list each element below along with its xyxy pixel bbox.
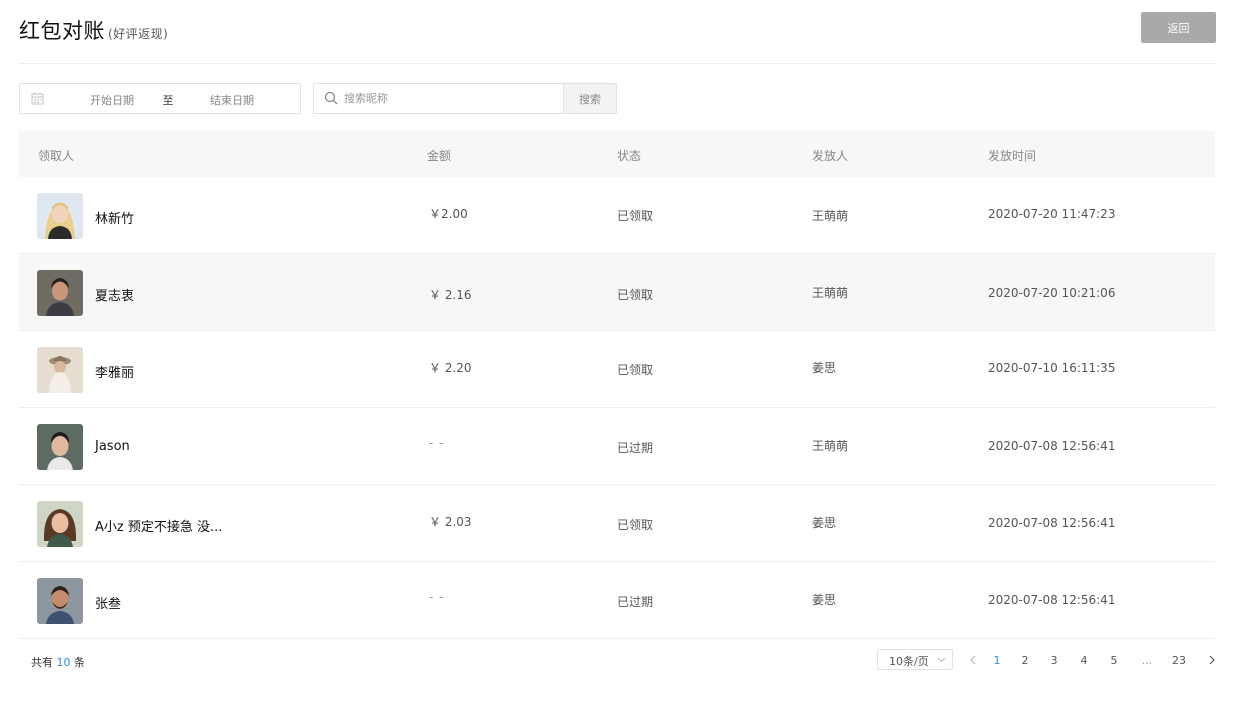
page-header: 红包对账 (好评返现) 返回 [19,12,1216,64]
date-range-separator: 至 [162,94,174,107]
amount-cell: ￥ 2.03 [429,515,472,529]
date-range-picker[interactable]: 开始日期 至 结束日期 [19,83,301,114]
table-row: 李雅丽 ￥ 2.20 已领取 姜思 2020-07-10 16:11:35 [19,331,1215,408]
total-prefix: 共有 [31,656,53,669]
recipient-name: 李雅丽 [95,366,135,381]
recipient-name: 张叁 [95,597,122,612]
record-table: 领取人 金额 状态 发放人 发放时间 林新竹 ￥2.00 已领取 王萌萌 202… [19,131,1215,639]
page-title-text: 红包对账 [19,19,105,43]
amount-cell: ￥2.00 [429,207,468,221]
total-count-label: 共有 10 条 [31,654,85,670]
end-date-input[interactable]: 结束日期 [200,92,264,108]
recipient-name: 夏志衷 [95,289,135,304]
avatar [37,424,83,470]
time-cell: 2020-07-08 12:56:41 [988,439,1116,453]
search-box: 搜索 [313,83,617,114]
page-ellipsis[interactable]: ... [1139,654,1155,667]
prev-page-icon[interactable] [967,653,979,667]
back-button[interactable]: 返回 [1141,12,1216,43]
avatar [37,347,83,393]
page-item-2[interactable]: 2 [1017,654,1033,667]
page-item-4[interactable]: 4 [1076,654,1092,667]
search-button[interactable]: 搜索 [563,84,616,113]
column-header-amount: 金额 [427,149,452,163]
table-row: 张叁 - - 已过期 姜思 2020-07-08 12:56:41 [19,562,1215,639]
total-count: 10 [56,656,71,669]
issuer-cell: 王萌萌 [812,286,849,300]
column-header-time: 发放时间 [988,149,1037,163]
column-header-issuer: 发放人 [812,149,849,163]
amount-cell: ￥ 2.20 [429,361,472,375]
next-page-icon[interactable] [1206,653,1218,667]
status-cell: 已领取 [617,363,654,377]
column-header-status: 状态 [617,149,642,163]
calendar-icon [31,92,44,105]
status-cell: 已领取 [617,209,654,223]
recipient-name: 林新竹 [95,212,135,227]
status-cell: 已领取 [617,518,654,532]
search-input[interactable] [344,85,564,112]
avatar [37,578,83,624]
recipient-name: Jason [95,439,130,454]
chevron-down-icon [937,657,946,663]
time-cell: 2020-07-20 11:47:23 [988,207,1116,221]
avatar [37,193,83,239]
start-date-input[interactable]: 开始日期 [80,92,144,108]
search-icon [324,91,338,105]
time-cell: 2020-07-10 16:11:35 [988,361,1116,375]
table-row: A小z 预定不接急 没... ￥ 2.03 已领取 姜思 2020-07-08 … [19,485,1215,562]
table-row: Jason - - 已过期 王萌萌 2020-07-08 12:56:41 [19,408,1215,485]
recipient-name: A小z 预定不接急 没... [95,520,223,535]
page-size-value: 10条/页 [889,655,929,668]
status-cell: 已过期 [617,441,654,455]
amount-cell: - - [429,436,445,450]
table-header: 领取人 金额 状态 发放人 发放时间 [19,131,1215,177]
page-title: 红包对账 (好评返现) [19,15,168,45]
issuer-cell: 姜思 [812,593,837,607]
page-item-5[interactable]: 5 [1106,654,1122,667]
issuer-cell: 姜思 [812,361,837,375]
status-cell: 已过期 [617,595,654,609]
table-row: 夏志衷 ￥ 2.16 已领取 王萌萌 2020-07-20 10:21:06 [19,254,1215,331]
column-header-recipient: 领取人 [38,149,75,163]
page-size-select[interactable]: 10条/页 [877,649,953,670]
page-item-3[interactable]: 3 [1046,654,1062,667]
time-cell: 2020-07-20 10:21:06 [988,286,1116,300]
amount-cell: - - [429,590,445,604]
avatar [37,501,83,547]
time-cell: 2020-07-08 12:56:41 [988,516,1116,530]
page-item-1[interactable]: 1 [989,654,1005,667]
total-suffix: 条 [74,656,85,669]
issuer-cell: 王萌萌 [812,439,849,453]
status-cell: 已领取 [617,288,654,302]
amount-cell: ￥ 2.16 [429,288,472,302]
issuer-cell: 王萌萌 [812,209,849,223]
issuer-cell: 姜思 [812,516,837,530]
time-cell: 2020-07-08 12:56:41 [988,593,1116,607]
table-row: 林新竹 ￥2.00 已领取 王萌萌 2020-07-20 11:47:23 [19,177,1215,254]
page-item-23[interactable]: 23 [1171,654,1187,667]
avatar [37,270,83,316]
page-subtitle: (好评返现) [108,27,169,41]
